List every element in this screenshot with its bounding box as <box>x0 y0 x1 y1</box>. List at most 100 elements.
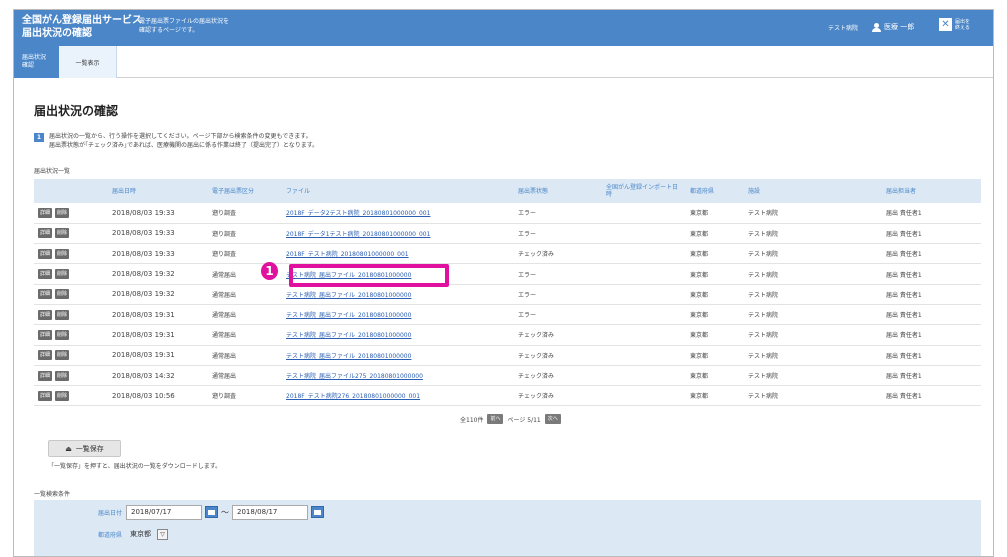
highlight-box <box>289 264 449 287</box>
table-row: 詳細 削除 2018/08/03 19:32 通常届出 テスト病院_届出ファイル_201… <box>34 263 981 285</box>
column-header[interactable]: 施設 <box>744 179 882 203</box>
pagination: 全110件 前へ ページ 5/11 次へ <box>460 414 561 424</box>
cell-date: 2018/08/03 19:32 <box>108 263 208 285</box>
cell-person: 届出 責任者1 <box>882 284 981 305</box>
cell-facility: テスト病院 <box>744 345 882 366</box>
cell-kind: 遡り調査 <box>208 203 282 224</box>
logout-button[interactable]: ✕ 届出を 終える <box>939 18 970 31</box>
row-actions: 詳細 削除 <box>34 263 108 285</box>
cell-status: チェック済み <box>514 324 602 346</box>
column-header[interactable]: 届出票状態 <box>514 179 602 203</box>
detail-button[interactable]: 詳細 <box>38 228 53 239</box>
cell-import <box>602 263 686 285</box>
cell-kind: 通常届出 <box>208 324 282 346</box>
cell-import <box>602 324 686 346</box>
service-name: 全国がん登録届出サービス <box>22 15 142 26</box>
calendar-icon[interactable] <box>205 506 218 518</box>
file-link[interactable]: テスト病院_届出ファイル_20180801000000 <box>286 353 411 360</box>
column-header[interactable]: 届出日時 <box>108 179 208 203</box>
cell-file: テスト病院_届出ファイル_20180801000000 <box>282 324 514 346</box>
info-line: 届出票状態が｢チェック済み｣であれば、医療機関の届出に係る作業は終了（提出完了）… <box>49 142 319 149</box>
detail-button[interactable]: 詳細 <box>38 248 53 259</box>
column-header[interactable]: ファイル <box>282 179 514 203</box>
cell-status: エラー <box>514 203 602 224</box>
delete-button[interactable]: 削除 <box>55 228 70 239</box>
delete-button[interactable]: 削除 <box>55 309 70 320</box>
file-link[interactable]: テスト病院_届出ファイル275_20180801000000 <box>286 373 423 380</box>
prev-page-button[interactable]: 前へ <box>487 414 504 424</box>
cell-import <box>602 243 686 265</box>
close-icon: ✕ <box>939 18 952 31</box>
cell-file: テスト病院_届出ファイル_20180801000000 <box>282 345 514 366</box>
detail-button[interactable]: 詳細 <box>38 350 53 361</box>
file-link[interactable]: 2018F_テスト病院_20180801000000_001 <box>286 251 409 258</box>
delete-button[interactable]: 削除 <box>55 350 70 361</box>
calendar-icon[interactable] <box>311 506 324 518</box>
download-icon: ⏏ <box>65 444 72 453</box>
cell-person: 届出 責任者1 <box>882 365 981 387</box>
table-row: 詳細 削除 2018/08/03 19:32 通常届出 テスト病院_届出ファイル_201… <box>34 284 981 305</box>
column-header[interactable]: 電子届出票区分 <box>208 179 282 203</box>
table-row: 詳細 削除 2018/08/03 19:33 遡り調査 2018F_テスト病院_2018… <box>34 243 981 265</box>
detail-button[interactable]: 詳細 <box>38 370 53 381</box>
info-message: 1 届出状況の一覧から、行う操作を選択してください。ページ下部から検索条件の変更も… <box>34 133 318 150</box>
file-link[interactable]: 2018F_データ2テスト病院_20180801000000_001 <box>286 210 430 217</box>
tab-list-view[interactable]: 一覧表示 <box>59 46 117 78</box>
detail-button[interactable]: 詳細 <box>38 269 53 280</box>
cell-import <box>602 385 686 407</box>
page-title: 届出状況の確認 <box>34 104 119 118</box>
cell-file: テスト病院_届出ファイル_20180801000000 <box>282 284 514 305</box>
delete-button[interactable]: 削除 <box>55 390 70 401</box>
detail-button[interactable]: 詳細 <box>38 207 53 218</box>
date-to-input[interactable]: 2018/08/17 <box>232 504 308 520</box>
file-link[interactable]: テスト病院_届出ファイル_20180801000000 <box>286 292 411 299</box>
cell-person: 届出 責任者1 <box>882 203 981 224</box>
submission-table: 届出日時 電子届出票区分 ファイル 届出票状態 全国がん登録インポート日時 都道… <box>34 179 981 407</box>
table-row: 詳細 削除 2018/08/03 19:31 通常届出 テスト病院_届出ファイル_201… <box>34 345 981 366</box>
tab-status-check[interactable]: 届出状況 確認 <box>14 46 59 78</box>
delete-button[interactable]: 削除 <box>55 329 70 340</box>
detail-button[interactable]: 詳細 <box>38 289 53 300</box>
cell-date: 2018/08/03 19:33 <box>108 203 208 224</box>
row-actions: 詳細 削除 <box>34 243 108 265</box>
cell-date: 2018/08/03 19:31 <box>108 324 208 346</box>
row-actions: 詳細 削除 <box>34 345 108 366</box>
save-list-button[interactable]: ⏏ 一覧保存 <box>48 440 121 457</box>
prefecture-row: 都道府県 東京都 ▽ <box>34 524 981 544</box>
cell-file: テスト病院_届出ファイル275_20180801000000 <box>282 365 514 387</box>
next-page-button[interactable]: 次へ <box>544 414 561 424</box>
column-header[interactable]: 全国がん登録インポート日時 <box>602 179 686 203</box>
description-line: 確認するページです。 <box>139 27 199 34</box>
cell-prefecture: 東京都 <box>686 324 744 346</box>
row-actions: 詳細 削除 <box>34 324 108 346</box>
column-header[interactable]: 都道府県 <box>686 179 744 203</box>
info-number-badge: 1 <box>34 133 44 142</box>
cell-prefecture: 東京都 <box>686 345 744 366</box>
cell-status: チェック済み <box>514 243 602 265</box>
prefecture-select[interactable]: 東京都 ▽ <box>126 527 178 542</box>
delete-button[interactable]: 削除 <box>55 248 70 259</box>
file-link[interactable]: 2018F_テスト病院276_20180801000000_001 <box>286 393 420 400</box>
detail-button[interactable]: 詳細 <box>38 309 53 320</box>
cell-import <box>602 304 686 326</box>
delete-button[interactable]: 削除 <box>55 370 70 381</box>
file-link[interactable]: 2018F_データ1テスト病院_20180801000000_001 <box>286 231 430 238</box>
cell-status: エラー <box>514 223 602 245</box>
cell-import <box>602 345 686 366</box>
delete-button[interactable]: 削除 <box>55 207 70 218</box>
file-link[interactable]: テスト病院_届出ファイル_20180801000000 <box>286 312 411 319</box>
delete-button[interactable]: 削除 <box>55 289 70 300</box>
chevron-down-icon: ▽ <box>157 528 168 540</box>
column-header[interactable]: 届出担当者 <box>882 179 981 203</box>
row-actions: 詳細 削除 <box>34 284 108 305</box>
cell-kind: 通常届出 <box>208 304 282 326</box>
cell-facility: テスト病院 <box>744 324 882 346</box>
delete-button[interactable]: 削除 <box>55 269 70 280</box>
file-link[interactable]: テスト病院_届出ファイル_20180801000000 <box>286 332 411 339</box>
cell-person: 届出 責任者1 <box>882 345 981 366</box>
detail-button[interactable]: 詳細 <box>38 390 53 401</box>
cell-date: 2018/08/03 19:31 <box>108 304 208 326</box>
detail-button[interactable]: 詳細 <box>38 329 53 340</box>
date-from-input[interactable]: 2018/07/17 <box>126 504 202 520</box>
cell-status: チェック済み <box>514 385 602 407</box>
